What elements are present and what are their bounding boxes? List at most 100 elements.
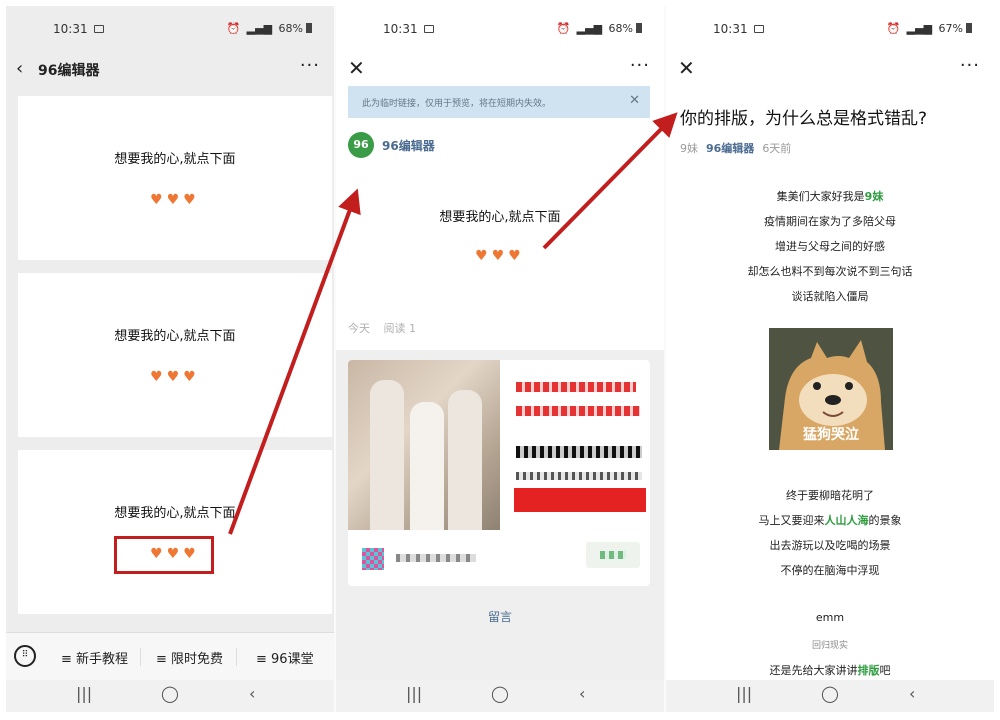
menu-divider — [236, 648, 237, 666]
battery-percent: 68% — [278, 22, 303, 35]
ad-figure — [448, 390, 482, 530]
status-bar: 10:31 ⏰ ▂▄▆ 68% — [6, 6, 334, 50]
close-icon[interactable]: ✕ — [348, 56, 365, 80]
back-nav-icon[interactable]: ‹ — [249, 684, 255, 703]
article-line: 出去游玩以及吃喝的场景 — [769, 539, 891, 552]
battery-icon — [636, 23, 642, 33]
image-icon — [424, 25, 434, 33]
status-time: 10:31 — [383, 22, 418, 36]
article-line: 终于要柳暗花明了 — [786, 489, 874, 502]
ad-figure — [370, 380, 404, 530]
ad-button[interactable] — [586, 542, 640, 568]
home-icon[interactable]: ◯ — [491, 684, 509, 703]
status-time: 10:31 — [53, 22, 88, 36]
hearts-icon[interactable]: ♥♥♥ — [336, 248, 664, 264]
article-line: 集美们大家好我是9妹 — [776, 190, 884, 203]
more-icon[interactable]: ··· — [960, 55, 980, 76]
temp-link-notice: 此为临时链接，仅用于预览，将在短期内失效。 ✕ — [348, 86, 650, 118]
card-text: 想要我的心,就点下面 — [114, 506, 236, 521]
status-icons: ⏰ ▂▄▆ 68% — [223, 22, 312, 35]
article-meta: 今天 阅读 1 — [348, 320, 416, 336]
system-nav-bar: ||| ◯ ‹ — [6, 680, 334, 712]
message-card: 想要我的心,就点下面 ♥♥♥ — [18, 96, 332, 260]
signal-icon: ▂▄▆ — [906, 22, 933, 35]
more-icon[interactable]: ··· — [300, 55, 320, 76]
system-nav-bar: ||| ◯ ‹ — [336, 680, 664, 712]
article-line: 马上又要迎来人山人海的景象 — [758, 514, 902, 527]
article-line: 谈话就陷入僵局 — [791, 290, 869, 303]
article-line: 疫情期间在家为了多陪父母 — [764, 215, 896, 228]
recents-icon[interactable]: ||| — [736, 684, 752, 703]
panel-article-preview: 10:31 ⏰ ▂▄▆ 68% ✕ ··· 此为临时链接，仅用于预览，将在短期内… — [336, 6, 664, 712]
menu-item-free[interactable]: ≡ 限时免费 — [156, 648, 223, 667]
article-meta: 9妹 96编辑器 6天前 — [680, 140, 791, 156]
status-icons: ⏰ ▂▄▆ 68% — [553, 22, 642, 35]
article-line: 还是先给大家讲讲排版吧 — [769, 664, 891, 677]
article-subnote: 回归现实 — [811, 641, 848, 651]
ad-name — [396, 554, 476, 562]
status-icons: ⏰ ▂▄▆ 67% — [883, 22, 972, 35]
ad-section: 留言 — [336, 350, 664, 680]
page-title: 96编辑器 — [38, 63, 100, 79]
meta-date: 今天 — [348, 322, 370, 335]
close-icon[interactable]: ✕ — [629, 93, 640, 108]
ad-logo — [362, 548, 384, 570]
article-title: 你的排版，为什么总是格式错乱? — [680, 109, 928, 129]
meta-author: 9妹 — [680, 142, 698, 155]
keyboard-icon[interactable]: ⠿ — [14, 645, 36, 667]
close-icon[interactable]: ✕ — [678, 56, 695, 80]
system-nav-bar: ||| ◯ ‹ — [666, 680, 994, 712]
ad-banner — [514, 488, 646, 512]
nav-bar: ‹ 96编辑器 ··· — [6, 50, 334, 90]
comment-link[interactable]: 留言 — [336, 608, 664, 625]
recents-icon[interactable]: ||| — [406, 684, 422, 703]
hearts-icon[interactable]: ♥♥♥ — [18, 192, 332, 208]
image-icon — [94, 25, 104, 33]
battery-icon — [966, 23, 972, 33]
status-bar: 10:31 ⏰ ▂▄▆ 68% — [336, 6, 664, 50]
ad-photo — [348, 360, 500, 530]
ad-text-bar — [516, 382, 636, 392]
article-text: 想要我的心,就点下面 — [439, 210, 561, 225]
doge-meme-image: 猛狗哭泣 — [769, 328, 893, 450]
alarm-icon: ⏰ — [556, 22, 571, 35]
recents-icon[interactable]: ||| — [76, 684, 92, 703]
ad-text-bar — [516, 406, 640, 416]
card-text: 想要我的心,就点下面 — [114, 152, 236, 167]
meta-date: 6天前 — [762, 142, 792, 155]
battery-icon — [306, 23, 312, 33]
account-name[interactable]: 96编辑器 — [382, 137, 435, 154]
nav-bar: ✕ ··· — [666, 50, 994, 90]
home-icon[interactable]: ◯ — [161, 684, 179, 703]
signal-icon: ▂▄▆ — [576, 22, 603, 35]
more-icon[interactable]: ··· — [630, 55, 650, 76]
back-nav-icon[interactable]: ‹ — [909, 684, 915, 703]
signal-icon: ▂▄▆ — [246, 22, 273, 35]
meta-account[interactable]: 96编辑器 — [706, 142, 754, 155]
account-logo[interactable]: 96 — [348, 132, 374, 158]
alarm-icon: ⏰ — [226, 22, 241, 35]
hearts-icon[interactable]: ♥♥♥ — [18, 369, 332, 385]
bottom-menu: ⠿ ≡ 新手教程 ≡ 限时免费 ≡ 96课堂 — [6, 632, 334, 680]
meta-reads: 阅读 1 — [383, 322, 417, 335]
ad-text-bar — [516, 472, 642, 480]
card-text: 想要我的心,就点下面 — [114, 329, 236, 344]
notice-text: 此为临时链接，仅用于预览，将在短期内失效。 — [362, 99, 552, 109]
message-card: 想要我的心,就点下面 ♥♥♥ — [18, 273, 332, 437]
menu-item-tutorial[interactable]: ≡ 新手教程 — [61, 648, 128, 667]
nav-bar: ✕ ··· — [336, 50, 664, 90]
alarm-icon: ⏰ — [886, 22, 901, 35]
menu-item-classroom[interactable]: ≡ 96课堂 — [256, 648, 314, 667]
battery-percent: 67% — [938, 22, 963, 35]
article-line: 不停的在脑海中浮现 — [780, 564, 880, 577]
panel-editor-preview: 10:31 ⏰ ▂▄▆ 68% ‹ 96编辑器 ··· 想要我的心,就点下面 ♥… — [6, 6, 334, 712]
back-nav-icon[interactable]: ‹ — [579, 684, 585, 703]
highlight-box — [114, 536, 214, 574]
panel-article: 10:31 ⏰ ▂▄▆ 67% ✕ ··· 你的排版，为什么总是格式错乱? 9妹… — [666, 6, 994, 712]
back-icon[interactable]: ‹ — [16, 58, 23, 79]
message-card: 想要我的心,就点下面 ♥♥♥ — [18, 450, 332, 614]
ad-figure — [410, 402, 444, 530]
ad-card[interactable] — [348, 360, 650, 586]
article-line: 增进与父母之间的好感 — [775, 240, 885, 253]
home-icon[interactable]: ◯ — [821, 684, 839, 703]
